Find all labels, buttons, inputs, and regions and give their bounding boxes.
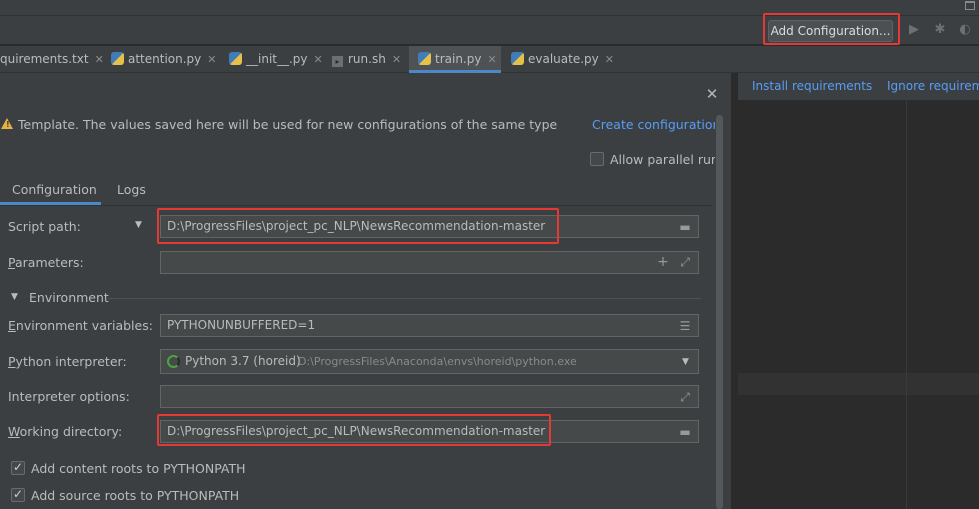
tab-logs[interactable]: Logs [117,182,146,197]
expand-icon[interactable]: ⤢ [677,389,693,405]
tab-init[interactable]: __init__.py ✕ [229,46,325,73]
label-text: arameters: [14,255,84,270]
title-bar [0,0,979,16]
tab-evaluate[interactable]: evaluate.py ✕ [511,46,615,73]
interpreter-path: D:\ProgressFiles\Anaconda\envs\horeid\py… [298,355,577,368]
tab-attention[interactable]: attention.py ✕ [111,46,223,73]
tab-train[interactable]: train.py ✕ [409,46,501,73]
tab-label: quirements.txt [0,52,89,66]
folder-icon[interactable]: ▬ [677,219,693,235]
script-path-label: Script path: [8,219,81,234]
environment-section-header[interactable]: Environment [29,290,109,305]
mnemonic: W [8,424,20,439]
python-file-icon [229,52,242,65]
tab-label: evaluate.py [528,52,599,66]
folder-icon[interactable]: ▬ [677,424,693,440]
label-text: ython interpreter: [15,354,127,369]
add-source-roots-checkbox[interactable] [11,487,25,502]
allow-parallel-run-label: Allow parallel run [610,152,719,167]
close-icon[interactable]: ✕ [605,53,614,66]
close-icon[interactable]: ✕ [487,53,496,66]
chevron-down-icon[interactable]: ▼ [682,357,689,367]
tab-label: __init__.py [246,52,308,66]
interpreter-status-icon [167,355,180,368]
chevron-down-icon[interactable]: ▼ [11,292,18,302]
script-path-input[interactable]: D:\ProgressFiles\project_pc_NLP\NewsReco… [160,215,699,238]
ignore-requirements-link[interactable]: Ignore requirem [887,79,979,93]
tab-label: attention.py [128,52,202,66]
chevron-down-icon[interactable]: ▼ [135,220,142,230]
script-path-value: D:\ProgressFiles\project_pc_NLP\NewsReco… [167,219,546,233]
coverage-icon[interactable]: ◐ [957,22,973,38]
create-configuration-link[interactable]: Create configuration [592,117,720,132]
mnemonic: E [8,318,16,333]
close-icon[interactable]: ✕ [392,53,401,66]
play-icon[interactable]: ▶ [906,22,922,38]
tab-configuration[interactable]: Configuration [12,182,97,197]
allow-parallel-run-checkbox[interactable] [590,152,604,166]
mnemonic: P [8,255,15,270]
window-restore-icon[interactable] [965,1,975,10]
add-configuration-button[interactable]: Add Configuration... [768,20,893,42]
add-source-roots-label: Add source roots to PYTHONPATH [31,488,240,503]
environment-variables-value: PYTHONUNBUFFERED=1 [167,318,316,332]
divider [108,298,701,299]
python-file-icon [111,52,124,65]
tab-label: train.py [435,52,482,66]
python-interpreter-label: Python interpreter: [8,354,127,369]
expand-icon[interactable]: ⤢ [677,254,693,270]
bug-icon[interactable]: ✱ [932,22,948,38]
editor-current-line [738,373,979,395]
label-text: nvironment variables: [15,318,153,333]
interpreter-options-label: Interpreter options: [8,389,130,404]
working-directory-value: D:\ProgressFiles\project_pc_NLP\NewsReco… [167,424,546,438]
working-directory-input[interactable]: D:\ProgressFiles\project_pc_NLP\NewsReco… [160,420,699,443]
label-text: orking directory: [19,424,123,439]
close-icon[interactable]: ✕ [314,53,323,66]
environment-variables-input[interactable]: PYTHONUNBUFFERED=1 [160,314,699,337]
python-file-icon [511,52,524,65]
mnemonic: P [8,354,16,369]
tab-run-sh[interactable]: ▸ run.sh ✕ [332,46,410,73]
interpreter-name: Python 3.7 (horeid) [185,354,301,368]
python-file-icon [418,52,431,65]
close-icon[interactable]: ✕ [207,53,216,66]
install-requirements-link[interactable]: Install requirements [752,79,872,93]
close-icon[interactable]: ✕ [95,53,104,66]
plus-icon[interactable]: + [655,254,671,270]
editor-right-margin [906,100,907,509]
interpreter-options-input[interactable] [160,385,699,408]
template-notice: Template. The values saved here will be … [18,117,558,132]
list-icon[interactable]: ☰ [677,318,693,334]
tab-label: run.sh [348,52,386,66]
add-content-roots-checkbox[interactable] [11,460,25,475]
run-configuration-dialog [0,73,732,509]
environment-variables-label: Environment variables: [8,318,153,333]
warning-icon-mark: ! [6,120,10,129]
working-directory-label: Working directory: [8,424,122,439]
close-icon[interactable]: ✕ [704,86,720,102]
scrollbar-thumb[interactable] [716,115,723,509]
code-editor[interactable] [738,100,979,509]
parameters-input[interactable] [160,251,699,274]
parameters-label: Parameters: [8,255,84,270]
add-content-roots-label: Add content roots to PYTHONPATH [31,461,246,476]
divider [0,205,712,206]
shell-file-icon: ▸ [332,56,343,67]
tab-requirements[interactable]: quirements.txt ✕ [0,46,104,73]
